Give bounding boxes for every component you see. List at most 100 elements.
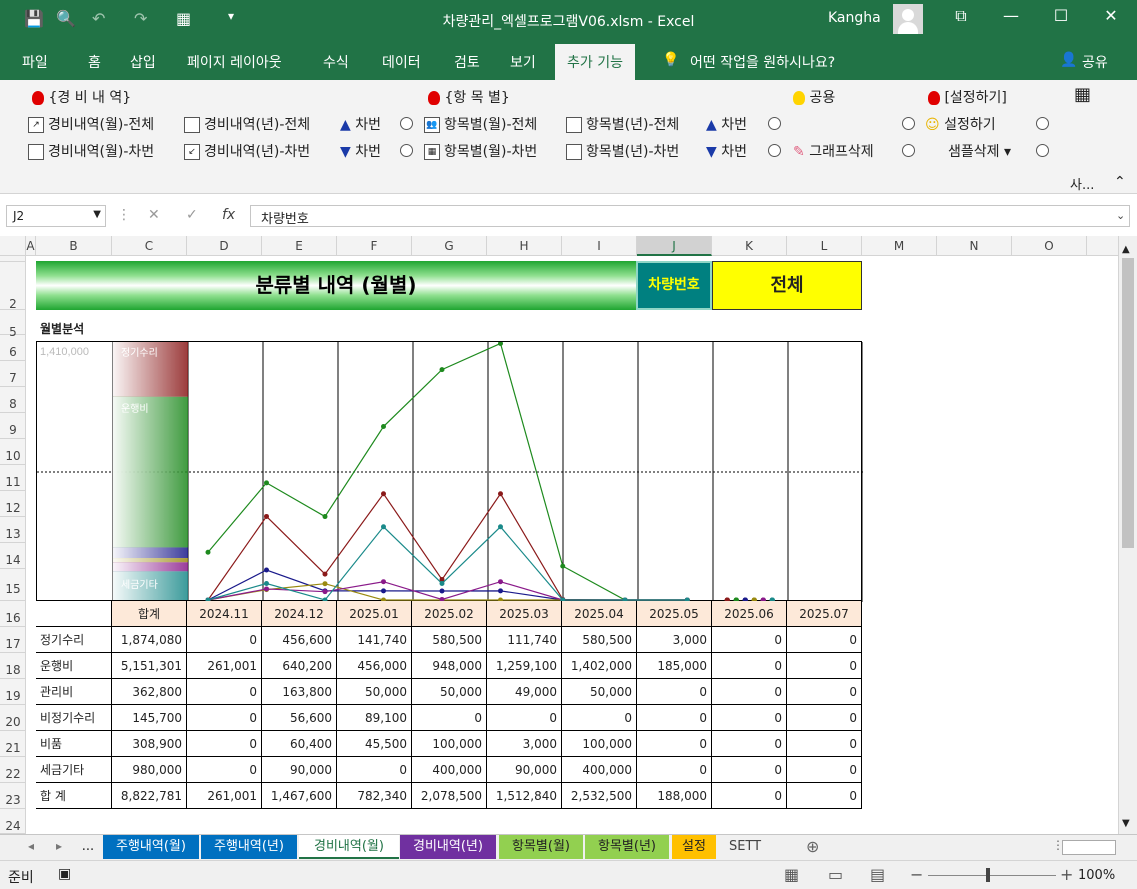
value-cell[interactable]: 0 — [787, 653, 862, 679]
worksheet[interactable]: 분류별 내역 (월별) 차량번호 전체 월별분석 1,410,000 정기수리 운행… — [26, 256, 1118, 834]
value-cell[interactable]: 0 — [412, 705, 487, 731]
row-12[interactable]: 12 — [0, 491, 26, 517]
collapsed-group[interactable]: 사... — [1070, 174, 1094, 193]
value-cell[interactable]: 261,001 — [187, 783, 262, 809]
row-2[interactable]: 2 — [0, 262, 26, 311]
value-cell[interactable]: 0 — [787, 679, 862, 705]
value-cell[interactable]: 90,000 — [487, 757, 562, 783]
value-cell[interactable]: 60,400 — [262, 731, 337, 757]
ribbon-display-icon[interactable]: ⧉ — [946, 6, 976, 26]
value-cell[interactable]: 163,800 — [262, 679, 337, 705]
chart-area[interactable]: 1,410,000 정기수리 운행비 세금기타 — [36, 340, 864, 603]
radio-3[interactable] — [768, 117, 781, 130]
row-label-cell[interactable]: 운행비 — [36, 653, 112, 679]
value-cell[interactable]: 580,500 — [562, 627, 637, 653]
value-cell[interactable]: 0 — [562, 705, 637, 731]
col-k[interactable]: K — [712, 236, 787, 256]
enter-icon[interactable]: ✓ — [186, 207, 198, 223]
value-cell[interactable]: 1,512,840 — [487, 783, 562, 809]
value-cell[interactable]: 0 — [187, 679, 262, 705]
value-cell[interactable]: 0 — [787, 783, 862, 809]
radio-2[interactable] — [400, 144, 413, 157]
tab-next-icon[interactable]: ▸ — [56, 839, 62, 853]
value-cell[interactable]: 1,874,080 — [112, 627, 187, 653]
value-cell[interactable]: 0 — [187, 757, 262, 783]
row-label-cell[interactable]: 관리비 — [36, 679, 112, 705]
tab-prev-icon[interactable]: ◂ — [28, 839, 34, 853]
sheet-tab[interactable]: SETT — [720, 835, 770, 859]
sheet-tab[interactable]: 경비내역(년) — [400, 835, 496, 859]
radio-1[interactable] — [400, 117, 413, 130]
value-cell[interactable]: 400,000 — [412, 757, 487, 783]
value-cell[interactable]: 0 — [187, 627, 262, 653]
value-cell[interactable]: 3,000 — [487, 731, 562, 757]
page-layout-icon[interactable]: ▭ — [828, 865, 843, 884]
row-22[interactable]: 22 — [0, 757, 26, 783]
item-year-all-button[interactable]: 항목별(년)-전체 — [566, 114, 679, 134]
col-n[interactable]: N — [937, 236, 1012, 256]
row-label-cell[interactable]: 비품 — [36, 731, 112, 757]
item-vehicle-up-button[interactable]: ▲ 차번 — [706, 114, 747, 134]
vehicle-value-cell[interactable]: 전체 — [712, 261, 862, 310]
col-d[interactable]: D — [187, 236, 262, 256]
value-cell[interactable]: 308,900 — [112, 731, 187, 757]
value-cell[interactable]: 0 — [787, 757, 862, 783]
value-cell[interactable]: 45,500 — [337, 731, 412, 757]
table-header-cell[interactable]: 2025.06 — [712, 601, 787, 627]
value-cell[interactable]: 50,000 — [562, 679, 637, 705]
col-b[interactable]: B — [36, 236, 112, 256]
value-cell[interactable]: 2,532,500 — [562, 783, 637, 809]
table-header-cell[interactable]: 2024.11 — [187, 601, 262, 627]
radio-6[interactable] — [902, 144, 915, 157]
page-break-icon[interactable]: ▤ — [870, 865, 885, 884]
sheet-tab[interactable]: ... — [78, 835, 98, 859]
col-i[interactable]: I — [562, 236, 637, 256]
expense-month-vehicle-button[interactable]: 경비내역(월)-차번 — [28, 141, 154, 161]
value-cell[interactable]: 90,000 — [262, 757, 337, 783]
sheet-tab[interactable]: 주행내역(월) — [103, 835, 199, 859]
sheet-tab[interactable]: 항목별(년) — [585, 835, 669, 859]
value-cell[interactable]: 0 — [712, 731, 787, 757]
sheet-tab[interactable]: 경비내역(월) — [299, 835, 399, 859]
row-9[interactable]: 9 — [0, 413, 26, 439]
value-cell[interactable]: 0 — [187, 705, 262, 731]
col-a[interactable]: A — [26, 236, 36, 256]
tab-home[interactable]: 홈 — [88, 52, 101, 72]
expense-month-all-button[interactable]: ↗ 경비내역(월)-전체 — [28, 114, 154, 134]
radio-4[interactable] — [768, 144, 781, 157]
row-20[interactable]: 20 — [0, 705, 26, 731]
value-cell[interactable]: 0 — [637, 757, 712, 783]
radio-8[interactable] — [1036, 144, 1049, 157]
vehicle-label-cell[interactable]: 차량번호 — [636, 261, 712, 310]
value-cell[interactable]: 948,000 — [412, 653, 487, 679]
select-all[interactable] — [0, 236, 26, 256]
value-cell[interactable]: 0 — [637, 679, 712, 705]
col-l[interactable]: L — [787, 236, 862, 256]
table-header-cell[interactable]: 2024.12 — [262, 601, 337, 627]
scroll-down-icon[interactable]: ▼ — [1122, 818, 1130, 829]
row-13[interactable]: 13 — [0, 517, 26, 543]
value-cell[interactable]: 0 — [712, 627, 787, 653]
row-21[interactable]: 21 — [0, 731, 26, 757]
table-header-cell[interactable] — [36, 601, 112, 627]
row-11[interactable]: 11 — [0, 465, 26, 491]
tab-insert[interactable]: 삽입 — [130, 52, 156, 72]
value-cell[interactable]: 0 — [712, 679, 787, 705]
row-15[interactable]: 15 — [0, 569, 26, 601]
share-button[interactable]: 공유 — [1082, 52, 1108, 72]
col-e[interactable]: E — [262, 236, 337, 256]
row-18[interactable]: 18 — [0, 653, 26, 679]
value-cell[interactable]: 456,000 — [337, 653, 412, 679]
settings-button[interactable]: ☺ 설정하기 — [925, 114, 996, 134]
radio-7[interactable] — [1036, 117, 1049, 130]
col-j[interactable]: J — [637, 236, 712, 256]
row-label-cell[interactable]: 합 계 — [36, 783, 112, 809]
name-box[interactable]: J2 ▼ — [6, 205, 106, 227]
col-c[interactable]: C — [112, 236, 187, 256]
radio-5[interactable] — [902, 117, 915, 130]
zoom-level[interactable]: 100% — [1078, 868, 1115, 883]
value-cell[interactable]: 5,151,301 — [112, 653, 187, 679]
value-cell[interactable]: 580,500 — [412, 627, 487, 653]
value-cell[interactable]: 56,600 — [262, 705, 337, 731]
item-month-all-button[interactable]: 👥 항목별(월)-전체 — [424, 114, 537, 134]
